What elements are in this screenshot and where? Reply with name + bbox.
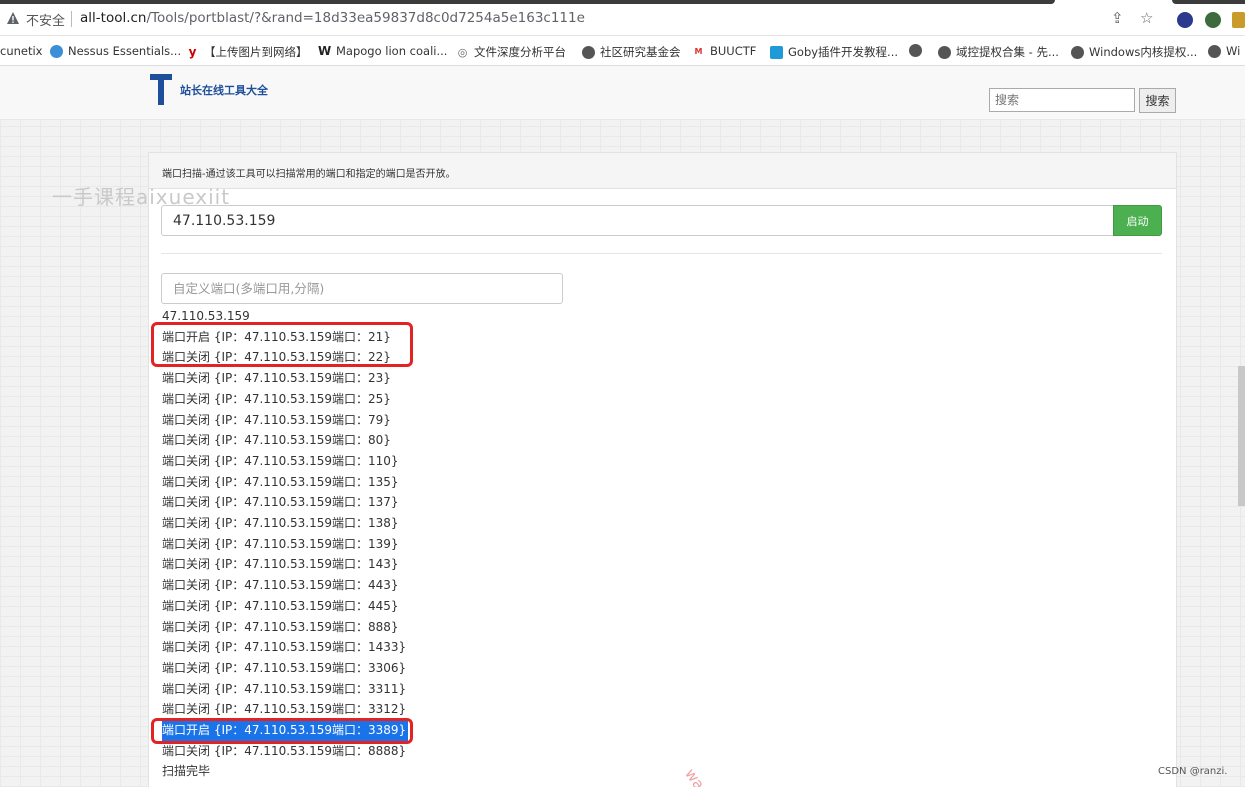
result-line: 端口关闭 {IP：47.110.53.159端口：3306} — [162, 660, 407, 675]
result-line: 端口关闭 {IP：47.110.53.159端口：1433} — [162, 640, 407, 655]
warning-icon[interactable] — [6, 11, 20, 25]
share-icon[interactable]: ⇪ — [1111, 9, 1124, 27]
bookmarks-bar: cunetix Nessus Essentials... y 【上传图片到网络】 … — [0, 36, 1245, 66]
result-line: 端口关闭 {IP：47.110.53.159端口：3312} — [162, 702, 407, 717]
bilibili-icon — [770, 45, 783, 59]
result-line: 端口关闭 {IP：47.110.53.159端口：445} — [162, 598, 399, 613]
address-bar: 不安全 all-tool.cn/Tools/portblast/?&rand=1… — [0, 0, 1245, 36]
result-line: 端口关闭 {IP：47.110.53.159端口：135} — [162, 474, 399, 489]
insecure-label[interactable]: 不安全 — [26, 10, 65, 29]
url-path: /Tools/portblast/?&rand=18d33ea59837d8c0… — [146, 10, 585, 26]
globe-icon — [582, 45, 595, 59]
globe-icon — [938, 45, 951, 59]
bookmark-item[interactable] — [909, 44, 927, 57]
bookmark-item[interactable]: Nessus Essentials... — [50, 44, 181, 58]
bookmark-label: 社区研究基金会 — [600, 45, 681, 59]
globe-icon — [909, 44, 922, 57]
wikipedia-icon: W — [318, 43, 332, 58]
bookmark-item[interactable]: Windows内核提权... — [1071, 44, 1197, 60]
panel-header: 端口扫描-通过该工具可以扫描常用的端口和指定的端口是否开放。 — [149, 153, 1176, 189]
bookmark-label: 域控提权合集 - 先... — [956, 45, 1059, 59]
bookmark-item[interactable]: Wi — [1208, 44, 1240, 58]
result-line: 端口关闭 {IP：47.110.53.159端口：138} — [162, 516, 399, 531]
bookmark-label: Wi — [1226, 44, 1241, 58]
red-highlight-box — [151, 718, 413, 744]
bookmark-item[interactable]: 社区研究基金会 — [582, 44, 681, 60]
result-line: 端口关闭 {IP：47.110.53.159端口：888} — [162, 619, 399, 634]
result-line: 端口关闭 {IP：47.110.53.159端口：25} — [162, 391, 391, 406]
bookmark-item[interactable]: cunetix — [0, 44, 43, 58]
bookmark-label: Mapogo lion coali... — [336, 44, 448, 58]
csdn-watermark: CSDN @ranzi. — [1158, 766, 1228, 777]
url-separator — [71, 11, 72, 27]
divider — [161, 253, 1162, 254]
bookmark-item[interactable]: Goby插件开发教程... — [770, 44, 898, 60]
url-host: all-tool.cn — [80, 10, 147, 26]
bookmark-label: BUUCTF — [710, 44, 757, 58]
bookmark-label: 文件深度分析平台 — [474, 45, 566, 59]
bookmark-item[interactable]: 域控提权合集 - 先... — [938, 44, 1059, 60]
result-line: 端口关闭 {IP：47.110.53.159端口：443} — [162, 578, 399, 593]
red-highlight-box — [151, 322, 413, 367]
ip-input[interactable] — [161, 205, 1114, 236]
bookmark-item[interactable]: ◎ 文件深度分析平台 — [456, 44, 566, 60]
bookmark-item[interactable]: W Mapogo lion coali... — [318, 44, 447, 58]
result-line: 端口关闭 {IP：47.110.53.159端口：143} — [162, 557, 399, 572]
result-line: 端口关闭 {IP：47.110.53.159端口：79} — [162, 412, 391, 427]
page-content: 站长在线工具大全 搜索 端口扫描-通过该工具可以扫描常用的端口和指定的端口是否开… — [0, 66, 1245, 787]
result-line: 端口关闭 {IP：47.110.53.159端口：137} — [162, 495, 399, 510]
bookmark-item[interactable]: M BUUCTF — [692, 44, 757, 58]
globe-icon — [1208, 44, 1221, 58]
extension-icon[interactable] — [1232, 12, 1245, 28]
site-search-button[interactable]: 搜索 — [1139, 88, 1176, 113]
panel-title: 端口扫描-通过该工具可以扫描常用的端口和指定的端口是否开放。 — [162, 169, 456, 180]
bookmark-label: Windows内核提权... — [1089, 45, 1198, 59]
star-icon[interactable]: ☆ — [1140, 9, 1153, 27]
url-field[interactable]: all-tool.cn/Tools/portblast/?&rand=18d33… — [80, 10, 585, 26]
bookmark-label: 【上传图片到网络】 — [204, 45, 308, 59]
site-logo-text[interactable]: 站长在线工具大全 — [180, 82, 268, 98]
site-navbar: 站长在线工具大全 搜索 — [0, 66, 1245, 120]
globe-icon — [1071, 45, 1084, 59]
scan-done-text: 扫描完毕 — [162, 764, 211, 779]
scan-results: 47.110.53.159 端口开启 {IP：47.110.53.159端口：2… — [162, 306, 409, 782]
result-line: 端口关闭 {IP：47.110.53.159端口：3311} — [162, 681, 407, 696]
bookmark-label: Nessus Essentials... — [68, 44, 182, 58]
result-line: 端口关闭 {IP：47.110.53.159端口：139} — [162, 536, 399, 551]
eye-icon: ◎ — [457, 45, 468, 59]
bookmark-label: cunetix — [0, 44, 43, 58]
result-line: 端口关闭 {IP：47.110.53.159端口：110} — [162, 453, 399, 468]
bookmark-item[interactable]: y 【上传图片到网络】 — [186, 44, 308, 60]
tab-strip-edge — [0, 0, 1245, 4]
buuctf-icon: M — [694, 46, 703, 56]
site-search-input[interactable] — [989, 88, 1135, 112]
start-button[interactable]: 启动 — [1113, 205, 1162, 236]
scrollbar[interactable] — [1238, 366, 1245, 506]
custom-port-input[interactable] — [161, 273, 563, 304]
site-logo-icon[interactable] — [150, 74, 172, 106]
extension-icon[interactable] — [1177, 12, 1193, 28]
bookmark-label: Goby插件开发教程... — [788, 45, 899, 59]
nessus-icon — [50, 44, 63, 58]
y-icon: y — [188, 44, 197, 59]
extension-icon[interactable] — [1205, 12, 1221, 28]
result-line: 端口关闭 {IP：47.110.53.159端口：80} — [162, 433, 391, 448]
result-line: 端口关闭 {IP：47.110.53.159端口：23} — [162, 371, 391, 386]
